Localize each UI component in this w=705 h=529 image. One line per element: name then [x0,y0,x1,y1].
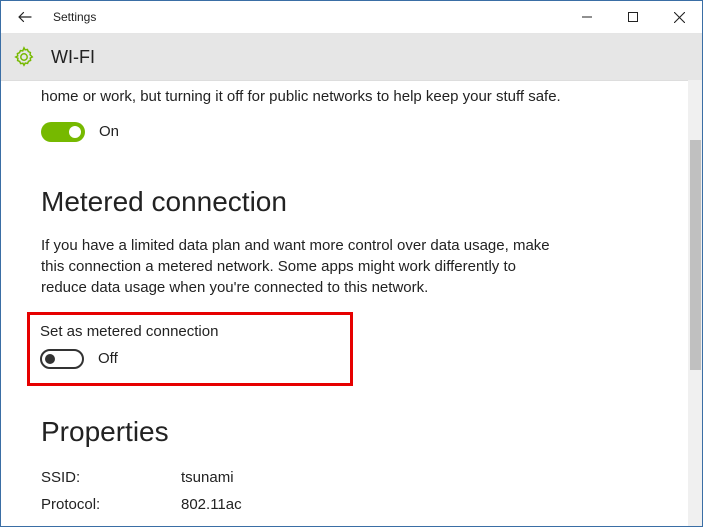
vertical-scrollbar[interactable] [688,80,702,526]
property-value: 802.11ac [181,494,242,515]
close-button[interactable] [656,1,702,33]
property-value: tsunami [181,467,234,488]
metered-toggle[interactable] [40,349,84,369]
firewall-partial-text: home or work, but turning it off for pub… [41,86,591,107]
toggle-knob [45,354,55,364]
metered-highlight-box: Set as metered connection Off [27,312,353,386]
gear-icon [13,46,35,68]
settings-window: Settings [0,0,703,527]
window-controls [564,1,702,33]
metered-description: If you have a limited data plan and want… [41,235,561,298]
content: home or work, but turning it off for pub… [1,86,702,515]
properties-heading: Properties [41,412,662,451]
metered-toggle-row: Off [40,348,340,369]
back-arrow-icon [16,8,34,26]
window-title: Settings [53,10,96,24]
minimize-button[interactable] [564,1,610,33]
maximize-icon [628,12,638,22]
toggle-knob [69,126,81,138]
maximize-button[interactable] [610,1,656,33]
firewall-toggle[interactable] [41,122,85,142]
page-title: WI-FI [51,47,95,68]
firewall-toggle-row: On [41,121,662,142]
metered-toggle-label: Off [98,348,118,369]
property-key: Protocol: [41,494,181,515]
titlebar: Settings [1,1,702,34]
close-icon [674,12,685,23]
back-button[interactable] [1,1,49,33]
scroll-thumb[interactable] [690,140,701,370]
metered-heading: Metered connection [41,182,662,221]
property-row: SSID: tsunami [41,467,662,488]
page-header: WI-FI [1,34,702,81]
property-key: SSID: [41,467,181,488]
minimize-icon [582,12,592,22]
firewall-toggle-label: On [99,121,119,142]
content-viewport: home or work, but turning it off for pub… [1,80,702,526]
property-row: Protocol: 802.11ac [41,494,662,515]
properties-table: SSID: tsunami Protocol: 802.11ac [41,467,662,515]
metered-toggle-title: Set as metered connection [40,321,340,342]
